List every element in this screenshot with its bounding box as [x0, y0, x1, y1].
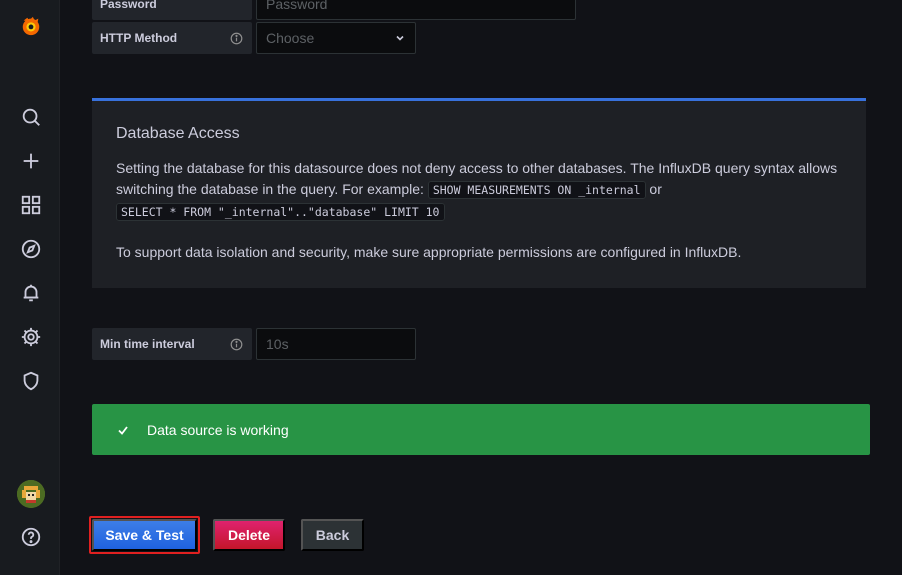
alert-message: Data source is working — [147, 421, 289, 438]
min-time-interval-label: Min time interval — [92, 328, 252, 360]
save-and-test-button[interactable]: Save & Test — [92, 519, 197, 551]
http-method-select[interactable]: Choose — [256, 22, 416, 54]
datasource-settings: Password Password HTTP Method Choose Dat… — [60, 0, 902, 575]
infobox-title: Database Access — [116, 125, 240, 142]
min-time-interval-input[interactable]: 10s — [256, 328, 416, 360]
infobox-note: To support data isolation and security, … — [116, 244, 742, 260]
database-access-infobox: Database Access Setting the database for… — [92, 98, 866, 288]
plus-icon[interactable] — [15, 145, 47, 177]
explore-icon[interactable] — [15, 233, 47, 265]
chevron-down-icon — [394, 32, 406, 44]
infobox-text: Setting the database for this datasource… — [116, 160, 838, 221]
avatar[interactable] — [17, 480, 45, 508]
code-snippet: SHOW MEASUREMENTS ON _internal — [427, 181, 646, 199]
success-alert: Data source is working — [92, 404, 870, 455]
code-snippet: SELECT * FROM "_internal".."database" LI… — [116, 203, 445, 221]
check-icon — [116, 423, 130, 437]
min-time-interval-row: Min time interval 10s — [92, 328, 416, 360]
back-button[interactable]: Back — [301, 519, 364, 551]
http-method-row: HTTP Method Choose — [92, 22, 416, 54]
shield-icon[interactable] — [15, 365, 47, 397]
http-method-label: HTTP Method — [92, 22, 252, 54]
grafana-logo-icon[interactable] — [15, 10, 47, 42]
search-icon[interactable] — [15, 101, 47, 133]
dashboards-icon[interactable] — [15, 189, 47, 221]
help-icon[interactable] — [15, 521, 47, 553]
info-icon[interactable] — [230, 337, 244, 351]
configuration-icon[interactable] — [15, 321, 47, 353]
info-icon[interactable] — [230, 31, 244, 45]
password-row: Password Password — [92, 0, 576, 20]
password-label: Password — [92, 0, 252, 20]
alerting-icon[interactable] — [15, 277, 47, 309]
password-input[interactable]: Password — [256, 0, 576, 20]
delete-button[interactable]: Delete — [213, 519, 285, 551]
sidebar — [0, 0, 60, 575]
